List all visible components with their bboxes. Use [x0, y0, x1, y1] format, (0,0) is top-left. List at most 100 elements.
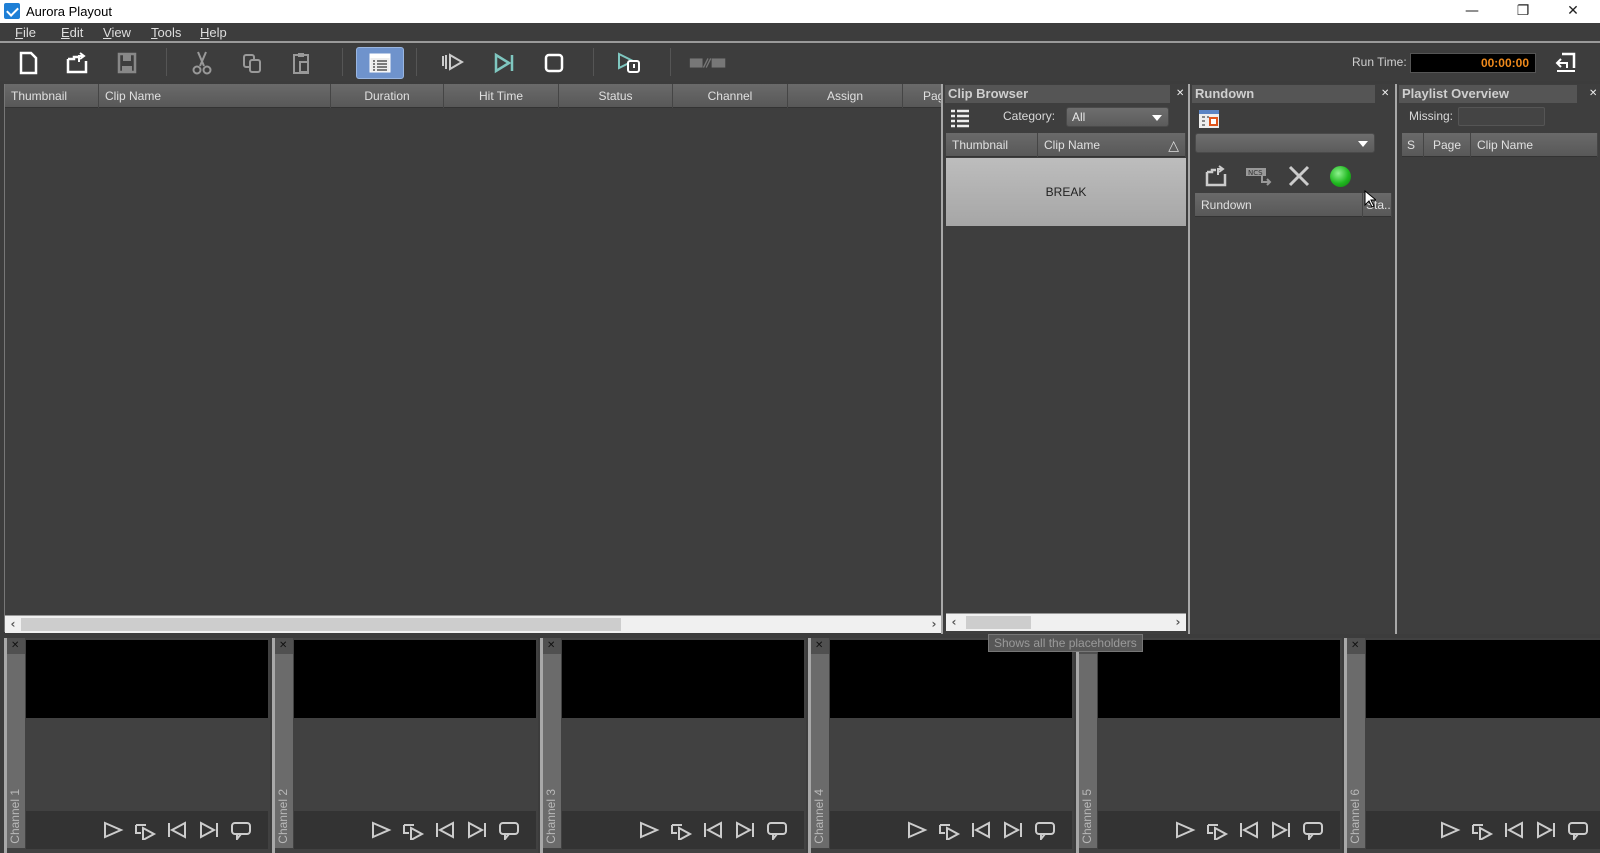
channel-close-icon[interactable]: ✕ — [815, 640, 823, 651]
menu-help[interactable]: Help — [200, 25, 227, 40]
menu-tools[interactable]: Tools — [151, 25, 181, 40]
comment-button[interactable] — [1300, 819, 1326, 841]
comment-button[interactable] — [496, 819, 522, 841]
comment-button[interactable] — [1032, 819, 1058, 841]
skip-forward-button[interactable] — [1533, 819, 1559, 841]
comment-icon — [1303, 822, 1323, 840]
skip-back-button[interactable] — [432, 819, 458, 841]
skip-forward-button[interactable] — [464, 819, 490, 841]
loop-play-button[interactable] — [400, 819, 426, 841]
play-icon — [1440, 821, 1460, 839]
channel-close-icon[interactable]: ✕ — [11, 640, 19, 651]
rundown-dropdown[interactable] — [1195, 133, 1375, 153]
column-header-clip-name[interactable]: Clip Name △ — [1038, 133, 1186, 157]
paste-button[interactable] — [286, 47, 318, 79]
cue-play-button[interactable] — [437, 47, 469, 79]
mos-ncs-button[interactable] — [686, 47, 730, 79]
new-button[interactable] — [12, 47, 44, 79]
save-button[interactable] — [111, 47, 143, 79]
category-dropdown[interactable]: All — [1066, 107, 1169, 127]
column-header-rundown[interactable]: Rundown — [1195, 193, 1363, 217]
minimize-button[interactable]: — — [1449, 0, 1495, 23]
loop-play-button[interactable] — [668, 819, 694, 841]
rundown-close-icon[interactable]: ✕ — [1381, 88, 1389, 99]
play-button[interactable] — [1437, 819, 1463, 841]
layout-button[interactable] — [1550, 47, 1582, 79]
skip-forward-button[interactable] — [1268, 819, 1294, 841]
column-header-status[interactable]: Status — [559, 84, 673, 108]
column-header-thumbnail[interactable]: Thumbnail — [946, 133, 1038, 157]
menu-view[interactable]: View — [103, 25, 131, 40]
skip-back-button[interactable] — [1236, 819, 1262, 841]
stop-button[interactable] — [538, 47, 570, 79]
play-button[interactable] — [100, 819, 126, 841]
playlist-view-icon — [369, 53, 391, 73]
column-header-clip-name[interactable]: Clip Name — [99, 84, 331, 108]
scroll-right-arrow[interactable]: › — [926, 616, 942, 633]
new-icon — [19, 51, 38, 75]
missing-field[interactable] — [1458, 107, 1545, 126]
menu-edit[interactable]: Edit — [61, 25, 83, 40]
mouse-cursor-icon — [1364, 190, 1376, 208]
channel-panel-3: ✕ Channel 3 — [540, 638, 806, 853]
rundown-import-button[interactable] — [1204, 164, 1230, 188]
skip-back-button[interactable] — [968, 819, 994, 841]
scroll-left-arrow[interactable]: ‹ — [5, 616, 21, 633]
skip-back-button[interactable] — [1501, 819, 1527, 841]
loop-play-button[interactable] — [936, 819, 962, 841]
comment-button[interactable] — [1565, 819, 1591, 841]
play-button[interactable] — [904, 819, 930, 841]
playlist-horizontal-scrollbar[interactable]: ‹ › — [5, 615, 942, 633]
preview-play-button[interactable] — [613, 47, 645, 79]
channel-close-icon[interactable]: ✕ — [1351, 640, 1359, 651]
menu-file[interactable]: File — [15, 25, 36, 40]
column-header-clip-name[interactable]: Clip Name — [1471, 133, 1598, 157]
loop-play-button[interactable] — [132, 819, 158, 841]
play-button[interactable] — [1172, 819, 1198, 841]
open-button[interactable] — [61, 47, 93, 79]
column-header-page[interactable]: Page — [903, 84, 942, 108]
comment-button[interactable] — [228, 819, 254, 841]
cut-button[interactable] — [186, 47, 218, 79]
clip-item[interactable]: BREAK — [946, 158, 1186, 226]
column-header-hit-time[interactable]: Hit Time — [444, 84, 559, 108]
playlist-overview-close-icon[interactable]: ✕ — [1589, 88, 1597, 99]
scroll-right-arrow[interactable]: › — [1170, 614, 1186, 631]
scrollbar-thumb[interactable] — [21, 618, 621, 631]
play-button[interactable] — [636, 819, 662, 841]
rundown-delete-button[interactable] — [1286, 164, 1312, 188]
restore-button[interactable]: ❐ — [1500, 0, 1546, 23]
scroll-left-arrow[interactable]: ‹ — [946, 614, 962, 631]
skip-forward-button[interactable] — [196, 819, 222, 841]
clip-browser-close-icon[interactable]: ✕ — [1176, 88, 1184, 99]
scrollbar-thumb[interactable] — [966, 616, 1031, 629]
skip-forward-button[interactable] — [1000, 819, 1026, 841]
rundown-schedule-button[interactable] — [1198, 108, 1220, 130]
channel-close-icon[interactable]: ✕ — [547, 640, 555, 651]
preview-play-icon — [618, 52, 640, 73]
copy-button[interactable] — [236, 47, 268, 79]
clip-browser-horizontal-scrollbar[interactable]: ‹ › — [946, 613, 1186, 631]
ncs-connect-button[interactable]: NCS — [1244, 164, 1274, 188]
column-header-s[interactable]: S — [1402, 133, 1424, 157]
open-icon — [66, 52, 88, 74]
loop-play-button[interactable] — [1469, 819, 1495, 841]
skip-back-button[interactable] — [164, 819, 190, 841]
column-header-thumbnail[interactable]: Thumbnail — [5, 84, 99, 108]
column-header-assign[interactable]: Assign — [788, 84, 903, 108]
skip-back-button[interactable] — [700, 819, 726, 841]
column-header-duration[interactable]: Duration — [331, 84, 444, 108]
playlist-grid[interactable]: Thumbnail Clip Name Duration Hit Time St… — [4, 84, 942, 633]
play-button[interactable] — [368, 819, 394, 841]
play-next-button[interactable] — [488, 47, 520, 79]
channel-close-icon[interactable]: ✕ — [279, 640, 287, 651]
column-header-channel[interactable]: Channel — [673, 84, 788, 108]
comment-button[interactable] — [764, 819, 790, 841]
skip-forward-button[interactable] — [732, 819, 758, 841]
list-view-button[interactable] — [950, 108, 970, 130]
sort-ascending-icon: △ — [1168, 137, 1179, 153]
close-button[interactable]: ✕ — [1550, 0, 1596, 23]
playlist-view-button[interactable] — [356, 47, 404, 79]
loop-play-button[interactable] — [1204, 819, 1230, 841]
column-header-page[interactable]: Page — [1424, 133, 1471, 157]
